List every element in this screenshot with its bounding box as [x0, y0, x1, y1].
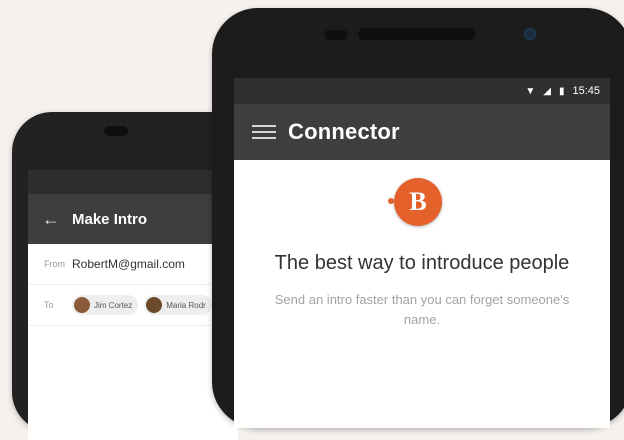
- app-logo: B: [394, 178, 442, 226]
- recipient-chip[interactable]: Maria Rodr: [144, 295, 212, 315]
- wifi-icon: ▼: [525, 85, 536, 97]
- to-row: To Jim Cortez Maria Rodr: [28, 285, 238, 326]
- app-toolbar: ← Make Intro: [28, 194, 238, 244]
- app-toolbar: Connector: [234, 104, 610, 160]
- avatar: [146, 297, 163, 313]
- from-row: From RobertM@gmail.com: [28, 244, 238, 285]
- speaker-grille: [358, 28, 476, 40]
- app-title: Connector: [288, 119, 400, 144]
- back-arrow-icon[interactable]: ←: [42, 209, 60, 230]
- hamburger-menu-icon[interactable]: [252, 125, 276, 139]
- speaker-grille: [104, 126, 128, 136]
- screen-title: Make Intro: [72, 210, 148, 228]
- signal-icon: ◢: [543, 85, 551, 97]
- status-bar: [28, 170, 238, 194]
- connector-screen: ▼ ◢ ▮ 15:45 Connector B The best way to …: [234, 78, 610, 428]
- status-bar: ▼ ◢ ▮ 15:45: [234, 78, 610, 104]
- from-label: From: [44, 259, 65, 269]
- from-email-field[interactable]: RobertM@gmail.com: [72, 257, 185, 271]
- recipient-chip[interactable]: Jim Cortez: [72, 295, 139, 315]
- to-label: To: [44, 300, 54, 310]
- recipient-name: Jim Cortez: [94, 300, 133, 310]
- phone-front: ▼ ◢ ▮ 15:45 Connector B The best way to …: [212, 8, 624, 428]
- status-time: 15:45: [572, 85, 600, 97]
- headline: The best way to introduce people: [274, 252, 570, 274]
- recipient-name: Maria Rodr: [166, 300, 206, 310]
- subheadline: Send an intro faster than you can forget…: [274, 292, 570, 327]
- front-camera: [524, 28, 536, 40]
- onboarding-content: B The best way to introduce people Send …: [234, 160, 610, 428]
- make-intro-screen: ← Make Intro From RobertM@gmail.com To J…: [28, 170, 238, 440]
- battery-icon: ▮: [558, 85, 565, 97]
- sensor: [324, 30, 348, 40]
- avatar: [74, 297, 90, 313]
